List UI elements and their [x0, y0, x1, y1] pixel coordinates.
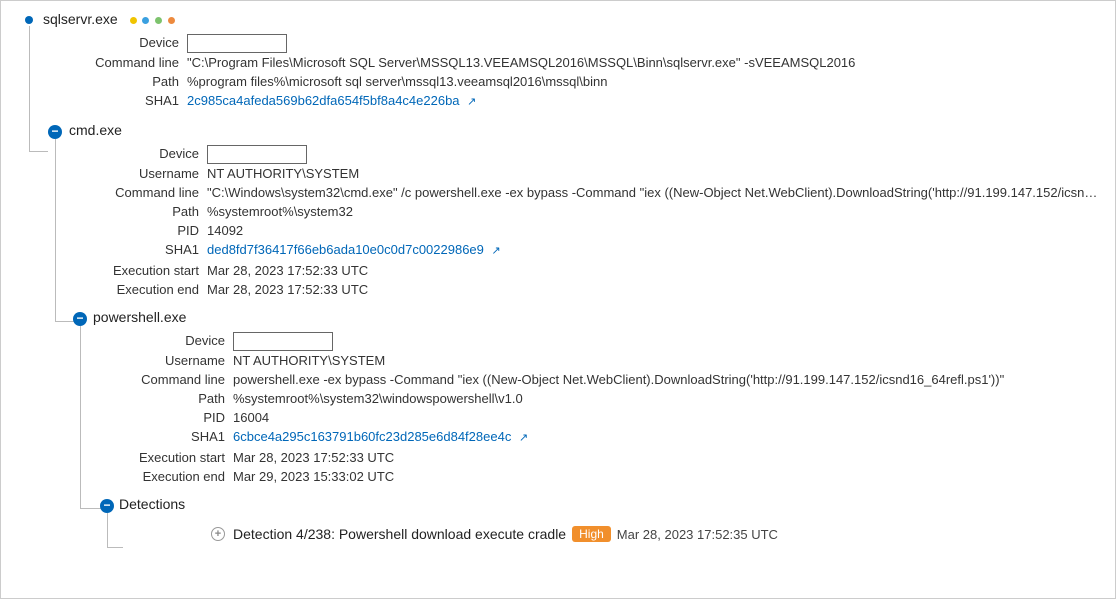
sha1-link[interactable]: ded8fd7f36417f66eb6ada10e0c0d7c0022986e9	[207, 242, 484, 257]
dot-icon	[155, 17, 162, 24]
label: SHA1	[75, 427, 225, 446]
detection-timestamp: Mar 28, 2023 17:52:35 UTC	[617, 527, 778, 542]
process-name[interactable]: powershell.exe	[75, 309, 1103, 325]
label: SHA1	[31, 91, 179, 110]
field-execution-end: Execution end Mar 28, 2023 17:52:33 UTC	[51, 280, 1103, 299]
field-device: Device	[75, 331, 1103, 351]
value: 16004	[225, 408, 269, 427]
field-execution-end: Execution end Mar 29, 2023 15:33:02 UTC	[75, 467, 1103, 486]
label: Path	[75, 389, 225, 408]
expand-toggle[interactable]	[211, 527, 225, 541]
value: Mar 29, 2023 15:33:02 UTC	[225, 467, 394, 486]
value: "C:\Program Files\Microsoft SQL Server\M…	[179, 53, 855, 72]
value: Mar 28, 2023 17:52:33 UTC	[199, 261, 368, 280]
label: Device	[51, 144, 199, 163]
label: Path	[31, 72, 179, 91]
value: "C:\Windows\system32\cmd.exe" /c powersh…	[199, 183, 1103, 202]
value: NT AUTHORITY\SYSTEM	[225, 351, 385, 370]
label: Execution end	[51, 280, 199, 299]
sha1-link[interactable]: 6cbce4a295c163791b60fc23d285e6d84f28ee4c	[233, 429, 511, 444]
label: Command line	[75, 370, 225, 389]
field-execution-start: Execution start Mar 28, 2023 17:52:33 UT…	[75, 448, 1103, 467]
field-sha1: SHA1 2c985ca4afeda569b62dfa654f5bf8a4c4e…	[31, 91, 1103, 112]
field-commandline: Command line "C:\Windows\system32\cmd.ex…	[51, 183, 1103, 202]
field-sha1: SHA1 6cbce4a295c163791b60fc23d285e6d84f2…	[75, 427, 1103, 448]
detections-header[interactable]: Detections	[101, 496, 1103, 512]
value: %systemroot%\system32	[199, 202, 353, 221]
label: Execution end	[75, 467, 225, 486]
field-execution-start: Execution start Mar 28, 2023 17:52:33 UT…	[51, 261, 1103, 280]
label: Device	[31, 33, 179, 52]
device-redacted	[207, 145, 307, 164]
field-pid: PID 16004	[75, 408, 1103, 427]
label: Command line	[51, 183, 199, 202]
value: %systemroot%\system32\windowspowershell\…	[225, 389, 523, 408]
field-pid: PID 14092	[51, 221, 1103, 240]
field-commandline: Command line powershell.exe -ex bypass -…	[75, 370, 1103, 389]
value: %program files%\microsoft sql server\mss…	[179, 72, 608, 91]
detection-title: Detection 4/238: Powershell download exe…	[233, 526, 566, 542]
field-path: Path %systemroot%\system32\windowspowers…	[75, 389, 1103, 408]
severity-badge: High	[572, 526, 611, 542]
label: Username	[75, 351, 225, 370]
value: Mar 28, 2023 17:52:33 UTC	[225, 448, 394, 467]
value: Mar 28, 2023 17:52:33 UTC	[199, 280, 368, 299]
label: Execution start	[75, 448, 225, 467]
process-name[interactable]: cmd.exe	[51, 122, 1103, 138]
detection-item[interactable]: Detection 4/238: Powershell download exe…	[101, 526, 1103, 542]
process-name[interactable]: sqlservr.exe	[31, 11, 1103, 27]
value: NT AUTHORITY\SYSTEM	[199, 164, 359, 183]
label: PID	[51, 221, 199, 240]
dot-icon	[168, 17, 175, 24]
process-name-text: powershell.exe	[93, 309, 186, 325]
external-link-icon[interactable]: ↗	[467, 93, 476, 112]
label: Device	[75, 331, 225, 350]
process-name-text: cmd.exe	[69, 122, 122, 138]
label: Execution start	[51, 261, 199, 280]
field-username: Username NT AUTHORITY\SYSTEM	[75, 351, 1103, 370]
label: PID	[75, 408, 225, 427]
device-redacted	[187, 34, 287, 53]
detections-title: Detections	[119, 496, 185, 512]
external-link-icon[interactable]: ↗	[492, 242, 501, 261]
dot-icon	[142, 17, 149, 24]
device-redacted	[233, 332, 333, 351]
sha1-link[interactable]: 2c985ca4afeda569b62dfa654f5bf8a4c4e226ba	[187, 93, 460, 108]
label: SHA1	[51, 240, 199, 259]
field-device: Device	[51, 144, 1103, 164]
collapse-toggle[interactable]	[48, 125, 62, 139]
label: Username	[51, 164, 199, 183]
value: powershell.exe -ex bypass -Command "iex …	[225, 370, 1004, 389]
status-dots	[128, 11, 176, 27]
field-path: Path %program files%\microsoft sql serve…	[31, 72, 1103, 91]
label: Path	[51, 202, 199, 221]
field-commandline: Command line "C:\Program Files\Microsoft…	[31, 53, 1103, 72]
field-path: Path %systemroot%\system32	[51, 202, 1103, 221]
tree-bullet-icon	[25, 16, 33, 24]
process-name-text: sqlservr.exe	[43, 11, 118, 27]
field-sha1: SHA1 ded8fd7f36417f66eb6ada10e0c0d7c0022…	[51, 240, 1103, 261]
value: 14092	[199, 221, 243, 240]
field-device: Device	[31, 33, 1103, 53]
external-link-icon[interactable]: ↗	[519, 429, 528, 448]
field-username: Username NT AUTHORITY\SYSTEM	[51, 164, 1103, 183]
dot-icon	[130, 17, 137, 24]
label: Command line	[31, 53, 179, 72]
